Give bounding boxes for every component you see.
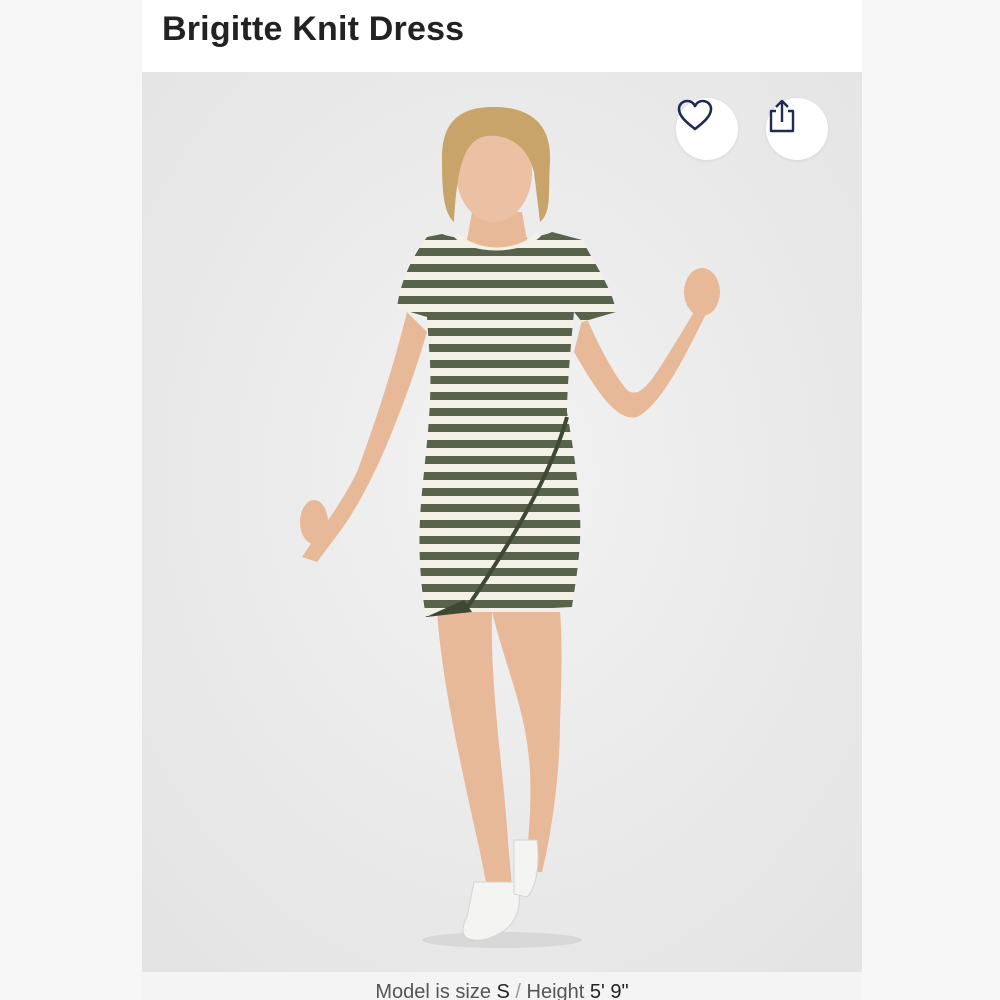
info-separator: / [515,981,521,1000]
product-title: Brigitte Knit Dress [162,10,465,48]
model-info: Model is size S / Height 5' 9" [142,972,862,1000]
left-background [0,0,142,1000]
height-value: 5' 9" [589,981,629,1000]
size-label: Model is size [375,981,491,1000]
product-panel: Brigitte Knit Dress Model is size S / He… [142,0,862,1000]
share-button[interactable] [766,98,828,160]
product-photo[interactable] [142,72,862,972]
size-value: S [496,981,510,1000]
height-label: Height [526,981,585,1000]
product-header: Brigitte Knit Dress [142,0,862,72]
favorite-button[interactable] [676,98,738,160]
model-illustration [142,72,862,972]
right-background [862,0,1000,1000]
